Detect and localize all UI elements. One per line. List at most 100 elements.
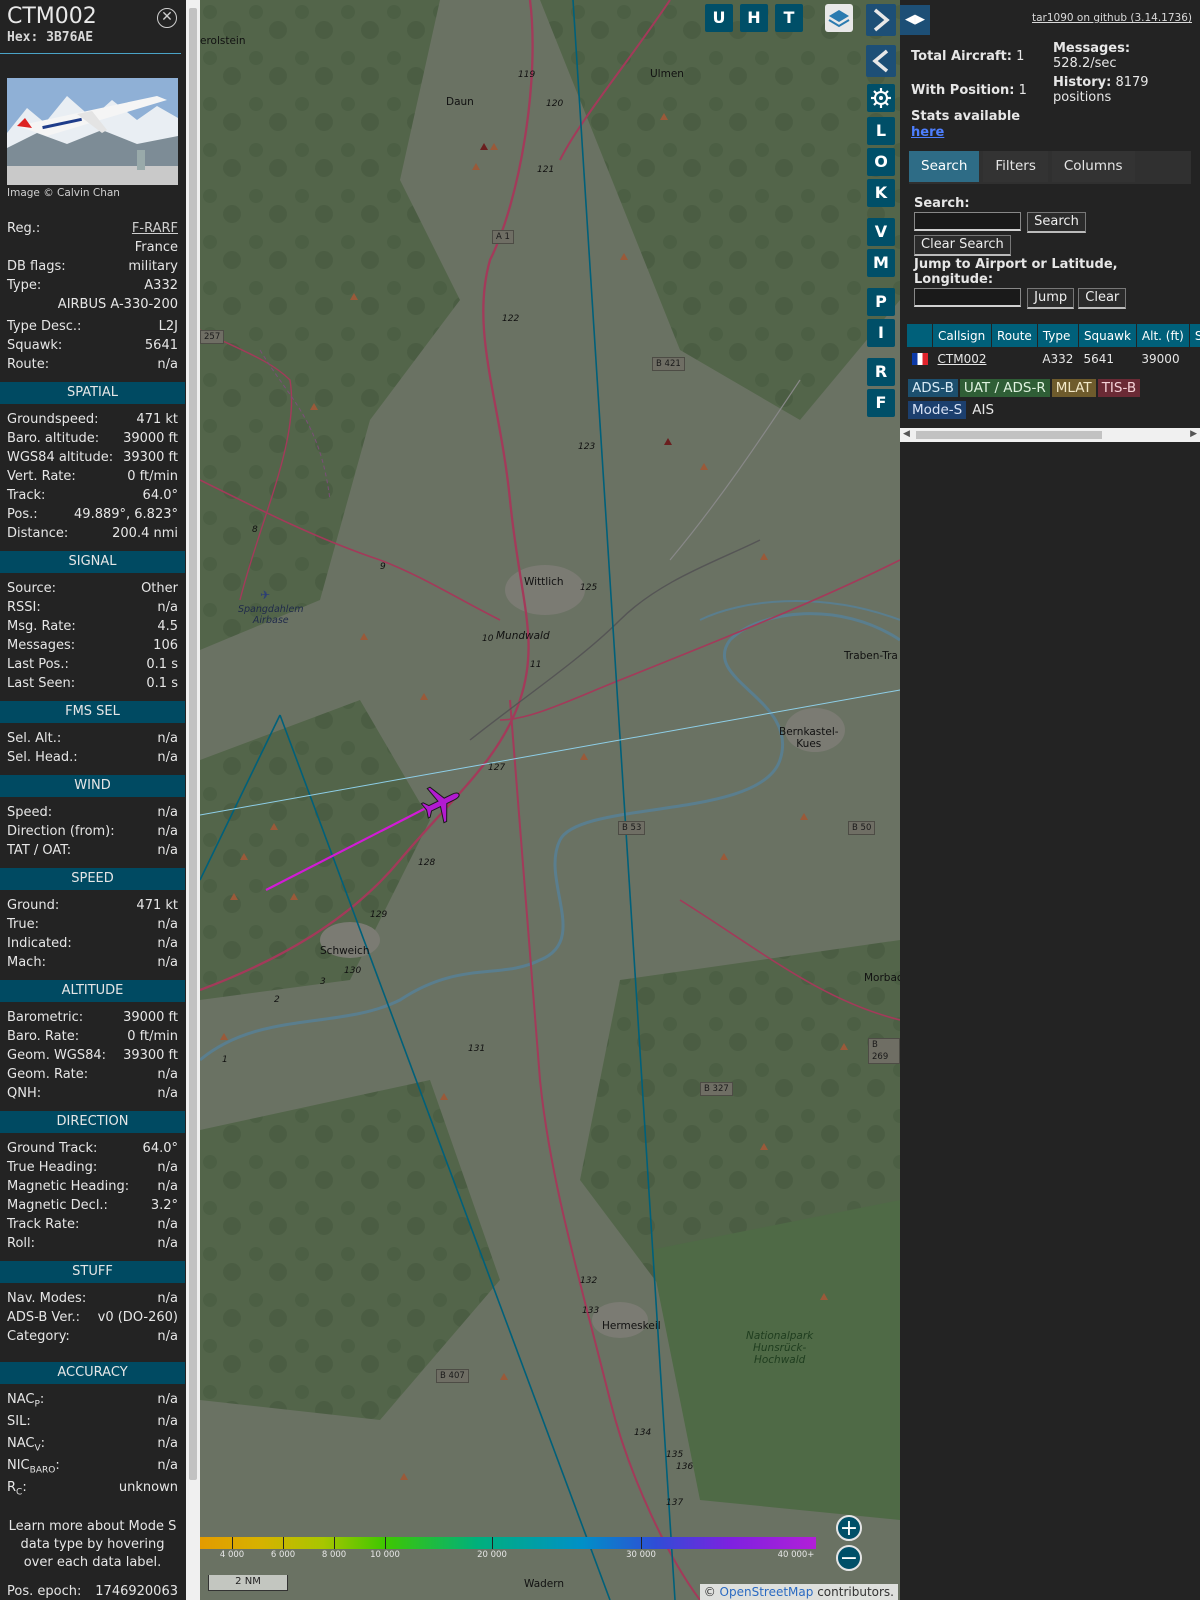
col-header-route[interactable]: Route <box>990 323 1038 348</box>
source-legend: ADS-B UAT / ADS-R MLAT TIS-B Mode-S AIS <box>908 379 1198 423</box>
toggle-sidebar-icon[interactable]: ◀▶ <box>900 5 930 35</box>
info-value: 64.0° <box>142 488 178 503</box>
source-badge[interactable]: MLAT <box>1051 379 1096 397</box>
altitude-legend: 4 000 6 000 8 000 10 000 20 000 30 000 4… <box>200 1537 816 1561</box>
route-number: 121 <box>537 165 555 175</box>
map-button-l[interactable]: L <box>867 117 895 145</box>
osm-link[interactable]: OpenStreetMap <box>720 1585 814 1599</box>
map-button-h[interactable]: H <box>740 4 768 32</box>
scroll-right-icon[interactable]: ▶ <box>1190 429 1197 439</box>
aircraft-marker-icon[interactable] <box>418 780 464 826</box>
info-sections: SPATIAL Groundspeed: 471 kt Baro. altitude:… <box>0 382 185 1346</box>
dbflags-value: military <box>128 259 178 274</box>
jump-button[interactable]: Jump <box>1027 288 1075 309</box>
section-header-stuff: STUFF <box>0 1261 185 1283</box>
road-badge: B 53 <box>618 821 646 835</box>
road-badge: B 407 <box>436 1369 469 1383</box>
row-callsign[interactable]: CTM002 <box>933 348 992 370</box>
table-horizontal-scrollbar[interactable]: ◀ ▶ <box>900 428 1200 442</box>
info-value: 49.889°, 6.823° <box>74 507 178 522</box>
expand-right-icon[interactable] <box>866 4 896 36</box>
reg-link[interactable]: F-RARF <box>132 219 178 238</box>
route-number: 9 <box>380 562 386 572</box>
search-input[interactable] <box>914 212 1021 231</box>
info-value: n/a <box>157 824 178 839</box>
col-header-speed[interactable]: Spd. <box>1188 323 1200 348</box>
spatial-row: Groundspeed: 471 kt <box>7 410 178 429</box>
route-number: 119 <box>518 70 536 80</box>
info-label: Pos.: <box>7 507 38 522</box>
signal-row: Last Seen: 0.1 s <box>7 674 178 693</box>
map-button-k[interactable]: K <box>867 179 895 207</box>
tab-columns[interactable]: Columns <box>1051 151 1135 182</box>
map-button-i[interactable]: I <box>867 319 895 347</box>
search-panel: Search: Search Clear Search Jump to Airp… <box>914 196 1194 309</box>
tab-filters[interactable]: Filters <box>983 151 1048 182</box>
tab-search[interactable]: Search <box>909 151 980 182</box>
source-badge[interactable]: ADS-B <box>908 379 958 397</box>
info-label: Ground Track: <box>7 1141 98 1156</box>
town-label: Ulmen <box>650 68 684 80</box>
source-badge[interactable]: Mode-S <box>908 401 967 419</box>
github-link[interactable]: tar1090 on github (3.14.1736) <box>1032 12 1192 24</box>
scrollbar-thumb[interactable] <box>189 8 197 1480</box>
collapse-left-icon[interactable] <box>866 45 896 77</box>
clear-jump-button[interactable]: Clear <box>1078 288 1127 309</box>
scrollbar-thumb[interactable] <box>916 431 1102 439</box>
info-label: Speed: <box>7 805 53 820</box>
stats-link[interactable]: here <box>911 125 944 140</box>
map-button-t[interactable]: T <box>775 4 803 32</box>
info-label: Direction (from): <box>7 824 115 839</box>
info-label: Track Rate: <box>7 1217 80 1232</box>
stuff-row: ADS-B Ver.: v0 (DO-260) <box>7 1308 178 1327</box>
town-label: Bernkastel- Kues <box>779 726 839 750</box>
messages-value: 528.2/sec <box>1053 56 1117 71</box>
info-value: 64.0° <box>142 1141 178 1156</box>
map-button-v[interactable]: V <box>867 218 895 246</box>
history-label: History: <box>1053 75 1112 90</box>
map-button-u[interactable]: U <box>705 4 733 32</box>
info-panel-scrollbar[interactable] <box>186 0 200 1600</box>
accuracy-rows: NACP: n/a SIL: n/a NACV: n/a NICBARO: n/a RC… <box>0 1390 185 1500</box>
aircraft-photo[interactable] <box>7 78 178 185</box>
col-header-flag[interactable] <box>906 323 933 348</box>
clear-search-button[interactable]: Clear Search <box>914 235 1011 256</box>
col-header-altitude[interactable]: Alt. (ft) <box>1135 323 1190 348</box>
jump-input[interactable] <box>914 288 1021 307</box>
with-position: With Position: 1 <box>911 83 1027 98</box>
layers-icon[interactable] <box>825 4 853 32</box>
legend-label: 8 000 <box>321 1550 347 1560</box>
source-badge[interactable]: UAT / ADS-R <box>959 379 1050 397</box>
source-badge[interactable]: TIS-B <box>1097 379 1141 397</box>
zoom-out-button[interactable]: − <box>836 1545 862 1571</box>
map-button-f[interactable]: F <box>867 389 895 417</box>
table-row[interactable]: CTM002 A332 5641 39000 <box>907 348 1200 370</box>
zoom-in-button[interactable]: + <box>836 1515 862 1541</box>
map-button-p[interactable]: P <box>867 288 895 316</box>
route-number: 122 <box>502 314 520 324</box>
map-button-m[interactable]: M <box>867 249 895 277</box>
map-button-r[interactable]: R <box>867 358 895 386</box>
gear-icon[interactable] <box>867 84 895 112</box>
aircraft-info-panel: CTM002 Hex: 3B76AE ✕ Image © Calvin Chan… <box>0 0 185 1600</box>
map-button-o[interactable]: O <box>867 148 895 176</box>
col-header-type[interactable]: Type <box>1036 323 1079 348</box>
direction-row: Roll: n/a <box>7 1234 178 1253</box>
close-icon[interactable]: ✕ <box>157 8 177 28</box>
dbflags-label: DB flags: <box>7 259 66 274</box>
type-value: A332 <box>144 278 178 293</box>
squawk-label: Squawk: <box>7 338 63 353</box>
search-button[interactable]: Search <box>1027 212 1086 233</box>
source-badge[interactable]: AIS <box>968 401 999 419</box>
info-label: ADS-B Ver.: <box>7 1310 80 1325</box>
typedesc-label: Type Desc.: <box>7 319 82 334</box>
route-number: 134 <box>634 1428 652 1438</box>
map-canvas[interactable]: erolstein Ulmen Daun Wittlich Mundwald T… <box>200 0 900 1600</box>
altitude-row: Barometric: 39000 ft <box>7 1008 178 1027</box>
signal-row: Msg. Rate: 4.5 <box>7 617 178 636</box>
col-header-squawk[interactable]: Squawk <box>1077 323 1137 348</box>
epoch-rows: Pos. epoch: 1746920063 <box>0 1582 185 1600</box>
scroll-left-icon[interactable]: ◀ <box>903 429 910 439</box>
flag-icon <box>907 348 933 370</box>
col-header-callsign[interactable]: Callsign <box>932 323 992 348</box>
